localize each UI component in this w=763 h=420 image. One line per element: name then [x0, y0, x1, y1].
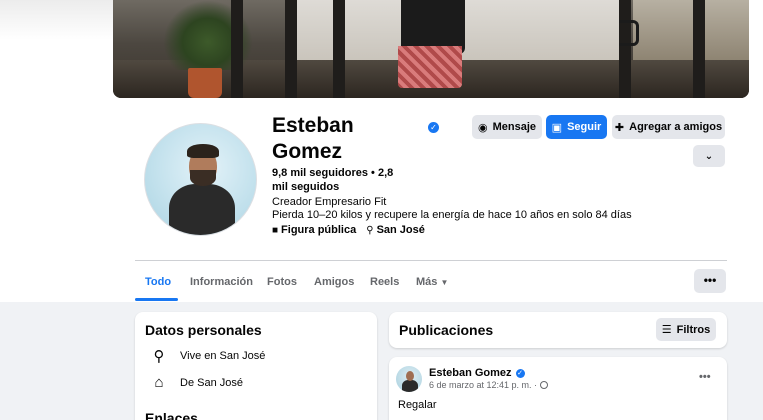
location-pin-icon: ⚲ [366, 225, 374, 236]
header-divider [135, 260, 727, 261]
globe-icon [540, 381, 549, 389]
post-date[interactable]: 6 de marzo at 12:41 p. m. · [429, 380, 537, 390]
location-label: San José [376, 224, 425, 236]
message-button[interactable]: ◉ Mensaje [472, 115, 542, 139]
page-type-label: Figura pública [281, 224, 357, 236]
intro-lives-in: ⚲ Vive en San José [150, 347, 266, 365]
active-tab-indicator [135, 298, 178, 301]
filters-button[interactable]: ☰ Filtros [656, 318, 716, 341]
lives-in-label[interactable]: Vive en San José [180, 350, 265, 362]
tab-mas-label: Más [416, 276, 438, 288]
tab-amigos[interactable]: Amigos [314, 276, 354, 288]
briefcase-icon: ■ [272, 225, 279, 236]
home-icon: ⌂ [154, 374, 164, 391]
post-timestamp: 6 de marzo at 12:41 p. m. · [429, 380, 549, 390]
tab-mas[interactable]: Más ▼ [416, 276, 448, 288]
profile-bio: Pierda 10–20 kilos y recupere la energía… [272, 209, 632, 221]
profile-meta: ■ Figura pública ⚲ San José [272, 224, 425, 236]
post-author: Esteban Gomez ✓ [429, 367, 525, 379]
messenger-icon: ◉ [477, 121, 488, 134]
post-text: Regalar [398, 399, 437, 411]
verified-badge-icon: ✓ [428, 122, 439, 133]
tab-reels[interactable]: Reels [370, 276, 399, 288]
tab-todo[interactable]: Todo [145, 276, 171, 288]
tabs-more-button[interactable]: ••• [694, 269, 726, 293]
verified-badge-icon: ✓ [515, 368, 525, 378]
cover-photo[interactable] [113, 0, 749, 98]
profile-more-button[interactable]: ⌄ [693, 145, 725, 167]
tab-informacion[interactable]: Información [190, 276, 253, 288]
posts-title: Publicaciones [399, 322, 494, 338]
follow-icon: ▣ [551, 121, 563, 134]
tab-fotos[interactable]: Fotos [267, 276, 297, 288]
post-options-button[interactable]: ••• [699, 371, 711, 383]
intro-title: Datos personales [145, 322, 262, 338]
post-author-avatar[interactable] [396, 366, 422, 392]
location-pin-icon: ⚲ [153, 348, 165, 365]
follow-label: Seguir [567, 121, 602, 133]
follower-count[interactable]: 9,8 mil seguidores • 2,8 mil seguidos [272, 166, 412, 194]
filter-sliders-icon: ☰ [661, 324, 672, 336]
profile-category: Creador Empresario Fit [272, 196, 387, 208]
caret-down-icon: ▼ [440, 278, 449, 287]
add-person-icon: ✚ [614, 121, 625, 134]
links-title: Enlaces [145, 410, 198, 420]
chevron-down-icon: ⌄ [704, 150, 714, 162]
message-label: Mensaje [492, 121, 537, 133]
filters-label: Filtros [676, 323, 711, 336]
from-label[interactable]: De San José [180, 377, 243, 389]
page-type: ■ Figura pública [272, 224, 356, 236]
intro-from: ⌂ De San José [150, 374, 243, 391]
add-friend-label: Agregar a amigos [629, 121, 723, 133]
follow-button[interactable]: ▣ Seguir [546, 115, 607, 139]
profile-name: Esteban Gomez [272, 114, 354, 163]
add-friend-button[interactable]: ✚ Agregar a amigos [612, 115, 725, 139]
profile-avatar[interactable] [144, 123, 257, 236]
post-author-name[interactable]: Esteban Gomez [429, 367, 512, 379]
location: ⚲ San José [366, 224, 425, 236]
